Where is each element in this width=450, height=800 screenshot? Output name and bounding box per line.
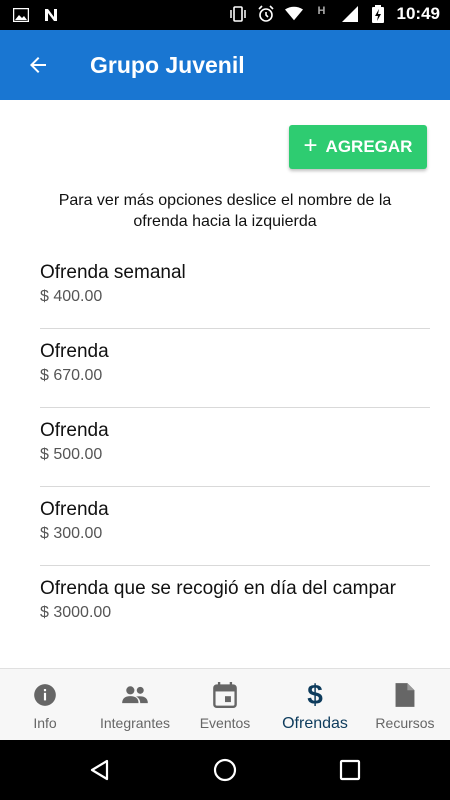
nav-item-ofrendas[interactable]: $ Ofrendas: [270, 669, 360, 740]
info-icon: [31, 681, 59, 709]
arrow-back-icon: [30, 57, 46, 73]
offering-amount: $ 400.00: [40, 288, 103, 305]
add-offering-button[interactable]: + AGREGAR: [289, 125, 427, 169]
signal-icon: [341, 5, 359, 23]
clock-time: 10:49: [396, 4, 440, 23]
calendar-icon: [211, 681, 239, 709]
nav-label: Info: [33, 715, 57, 731]
dollar-icon: $: [307, 679, 323, 710]
offering-title: Ofrenda: [40, 341, 109, 362]
status-bar: H 10:49: [0, 0, 450, 30]
list-item[interactable]: Ofrenda que se recogió en día del campar…: [40, 566, 430, 645]
list-item[interactable]: Ofrenda $ 300.00: [40, 487, 430, 566]
nav-label: Ofrendas: [282, 715, 348, 732]
offering-title: Ofrenda semanal: [40, 262, 186, 283]
nav-item-integrantes[interactable]: Integrantes: [90, 669, 180, 740]
h-network-indicator: H: [317, 5, 326, 17]
battery-charging-icon: [369, 5, 387, 23]
offering-amount: $ 300.00: [40, 525, 103, 542]
nav-item-eventos[interactable]: Eventos: [180, 669, 270, 740]
plus-icon: +: [303, 132, 318, 159]
nav-label: Recursos: [375, 715, 435, 731]
page-title: Grupo Juvenil: [90, 52, 245, 78]
nav-item-recursos[interactable]: Recursos: [360, 669, 450, 740]
nav-label: Eventos: [199, 715, 251, 731]
offering-amount: $ 670.00: [40, 367, 103, 384]
system-home-button[interactable]: [210, 755, 240, 785]
image-notification-icon: [12, 6, 30, 24]
vibrate-icon: [229, 5, 247, 23]
bottom-navigation: Info Integrantes Eventos $ Ofrendas Recu…: [0, 668, 450, 740]
list-item[interactable]: Ofrenda semanal $ 400.00: [40, 250, 430, 329]
back-button[interactable]: [20, 47, 56, 83]
app-bar: Grupo Juvenil: [0, 30, 450, 100]
nav-label: Integrantes: [99, 715, 171, 731]
list-item[interactable]: Ofrenda $ 500.00: [40, 408, 430, 487]
triangle-back-icon: [90, 759, 109, 781]
offering-amount: $ 3000.00: [40, 604, 112, 621]
n-notification-icon: [42, 6, 60, 24]
offering-title: Ofrenda: [40, 420, 109, 441]
people-icon: [121, 681, 149, 709]
system-back-button[interactable]: [85, 755, 115, 785]
document-icon: [391, 681, 419, 709]
wifi-icon: [284, 5, 303, 23]
system-navigation-bar: [0, 740, 450, 800]
add-button-label: AGREGAR: [325, 137, 413, 156]
circle-home-icon: [213, 758, 237, 782]
offering-title: Ofrenda que se recogió en día del campar: [40, 578, 396, 599]
square-recents-icon: [339, 759, 361, 781]
offerings-list: Ofrenda semanal $ 400.00 Ofrenda $ 670.0…: [40, 250, 430, 645]
main-content: + AGREGAR Para ver más opciones deslice …: [0, 100, 450, 668]
nav-item-info[interactable]: Info: [0, 669, 90, 740]
alarm-icon: [257, 5, 275, 23]
system-recents-button[interactable]: [335, 755, 365, 785]
list-item[interactable]: Ofrenda $ 670.00: [40, 329, 430, 408]
swipe-hint: Para ver más opciones deslice el nombre …: [58, 192, 392, 230]
offering-title: Ofrenda: [40, 499, 109, 520]
offering-amount: $ 500.00: [40, 446, 103, 463]
